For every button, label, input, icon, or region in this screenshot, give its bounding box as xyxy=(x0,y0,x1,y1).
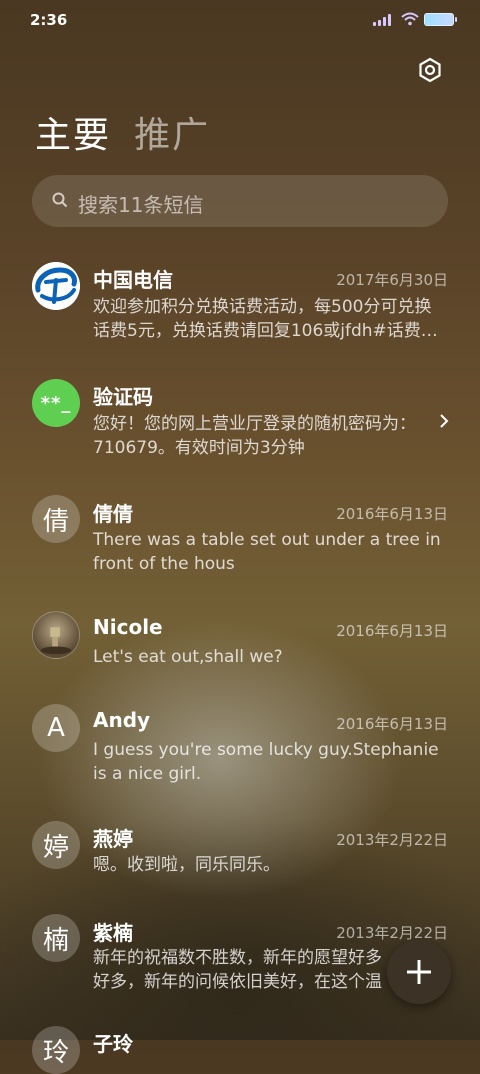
search-placeholder: 搜索11条短信 xyxy=(78,193,204,217)
status-time: 2:36 xyxy=(30,11,68,29)
message-date: 2016年6月13日 xyxy=(336,505,448,523)
search-icon xyxy=(52,192,68,208)
new-message-button[interactable] xyxy=(387,940,451,1004)
message-item-china-telecom[interactable]: 中国电信 2017年6月30日 欢迎参加积分兑换话费活动，每500分可兑换话费5… xyxy=(0,240,480,357)
plus-icon xyxy=(407,960,431,984)
message-preview: 嗯。收到啦，同乐同乐。 xyxy=(93,855,280,875)
message-sender: Andy xyxy=(93,708,151,732)
message-preview: 您好！您的网上营业厅登录的随机密码为：710679。有效时间为3分钟 xyxy=(93,414,416,458)
telecom-logo-avatar xyxy=(32,262,80,310)
search-input[interactable]: 搜索11条短信 xyxy=(32,175,448,227)
message-date: 2013年2月22日 xyxy=(336,924,448,942)
chevron-right-icon[interactable] xyxy=(438,413,450,429)
avatar-photo-icon xyxy=(40,627,72,655)
code-avatar-text: **_ xyxy=(40,392,72,414)
telecom-logo-icon xyxy=(32,262,80,310)
status-bar: 2:36 xyxy=(0,0,480,40)
message-date: 2016年6月13日 xyxy=(336,622,448,640)
message-sender: 紫楠 xyxy=(93,921,133,945)
message-preview: There was a table set out under a tree i… xyxy=(93,530,441,574)
message-sender: Nicole xyxy=(93,615,163,639)
battery-icon xyxy=(424,13,457,26)
letter-avatar: 婷 xyxy=(32,821,80,869)
wifi-icon xyxy=(401,12,419,26)
message-preview: 新年的祝福数不胜数，新年的愿望好多好多，新年的问候依旧美好，在这个温馨的时 xyxy=(93,948,382,992)
letter-avatar: 楠 xyxy=(32,914,80,962)
tab-bar: 主要 推广 xyxy=(35,106,228,156)
message-date: 2017年6月30日 xyxy=(336,271,448,289)
message-sender: 验证码 xyxy=(93,385,153,409)
message-preview: Let's eat out,shall we? xyxy=(93,647,283,667)
message-sender: 燕婷 xyxy=(93,827,133,851)
tab-primary[interactable]: 主要 xyxy=(35,115,111,156)
message-item-qianqian[interactable]: 倩 倩倩 2016年6月13日 There was a table set ou… xyxy=(0,474,480,591)
signal-icon xyxy=(373,14,395,26)
letter-avatar: A xyxy=(32,704,80,752)
message-sender: 子玲 xyxy=(93,1032,133,1056)
message-item-nicole[interactable]: Nicole 2016年6月13日 Let's eat out,shall we… xyxy=(0,591,480,684)
message-date: 2013年2月22日 xyxy=(336,831,448,849)
letter-avatar: 倩 xyxy=(32,495,80,543)
message-sender: 中国电信 xyxy=(93,268,173,292)
message-item-ziling[interactable]: 玲 子玲 xyxy=(0,1014,480,1074)
message-sender: 倩倩 xyxy=(93,502,133,526)
code-avatar: **_ xyxy=(32,379,80,427)
message-preview: 欢迎参加积分兑换话费活动，每500分可兑换话费5元，兑换话费请回复106或jfd… xyxy=(93,297,438,341)
message-item-andy[interactable]: A Andy 2016年6月13日 I guess you're some lu… xyxy=(0,684,480,809)
message-item-yanting[interactable]: 婷 燕婷 2013年2月22日 嗯。收到啦，同乐同乐。 xyxy=(0,809,480,902)
letter-avatar: 玲 xyxy=(32,1026,80,1074)
message-preview: I guess you're some lucky guy.Stephanie … xyxy=(93,740,439,784)
settings-icon[interactable] xyxy=(416,56,444,84)
message-date: 2016年6月13日 xyxy=(336,715,448,733)
message-item-verification-code[interactable]: **_ 验证码 您好！您的网上营业厅登录的随机密码为：710679。有效时间为3… xyxy=(0,357,480,474)
tab-promotions[interactable]: 推广 xyxy=(134,115,210,156)
photo-avatar xyxy=(32,611,80,659)
